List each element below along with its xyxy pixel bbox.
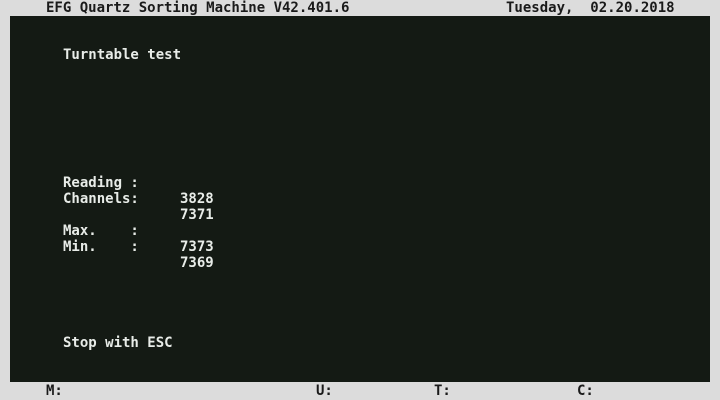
reading-row: Reading : 3828 (10, 159, 710, 207)
date-display: Tuesday, 02.20.2018 (506, 0, 675, 16)
min-value: 7369 (180, 255, 214, 271)
channels-row: Channels: 7371 (10, 175, 710, 223)
status-m: M: (46, 383, 63, 399)
test-title: Turntable test (63, 47, 182, 63)
status-u: U: (316, 383, 333, 399)
reading-value: 3828 (180, 191, 214, 207)
status-bar: M: U: T: C: (0, 382, 720, 400)
date-value: 02.20.2018 (590, 0, 675, 16)
status-c: C: (577, 383, 594, 399)
weekday: Tuesday, (506, 0, 574, 16)
channels-label: Channels: (63, 191, 139, 207)
min-label: Min. : (63, 239, 139, 255)
max-value: 7373 (180, 239, 214, 255)
status-t: T: (434, 383, 451, 399)
min-row: Min. : 7369 (10, 223, 710, 271)
terminal-screen: Turntable test Reading : 3828 Channels: … (10, 16, 710, 382)
title-bar: EFG Quartz Sorting Machine V42.401.6 Tue… (0, 0, 720, 16)
app-title: EFG Quartz Sorting Machine V42.401.6 (46, 0, 350, 16)
max-row: Max. : 7373 (10, 207, 710, 255)
stop-hint: Stop with ESC (63, 335, 173, 351)
